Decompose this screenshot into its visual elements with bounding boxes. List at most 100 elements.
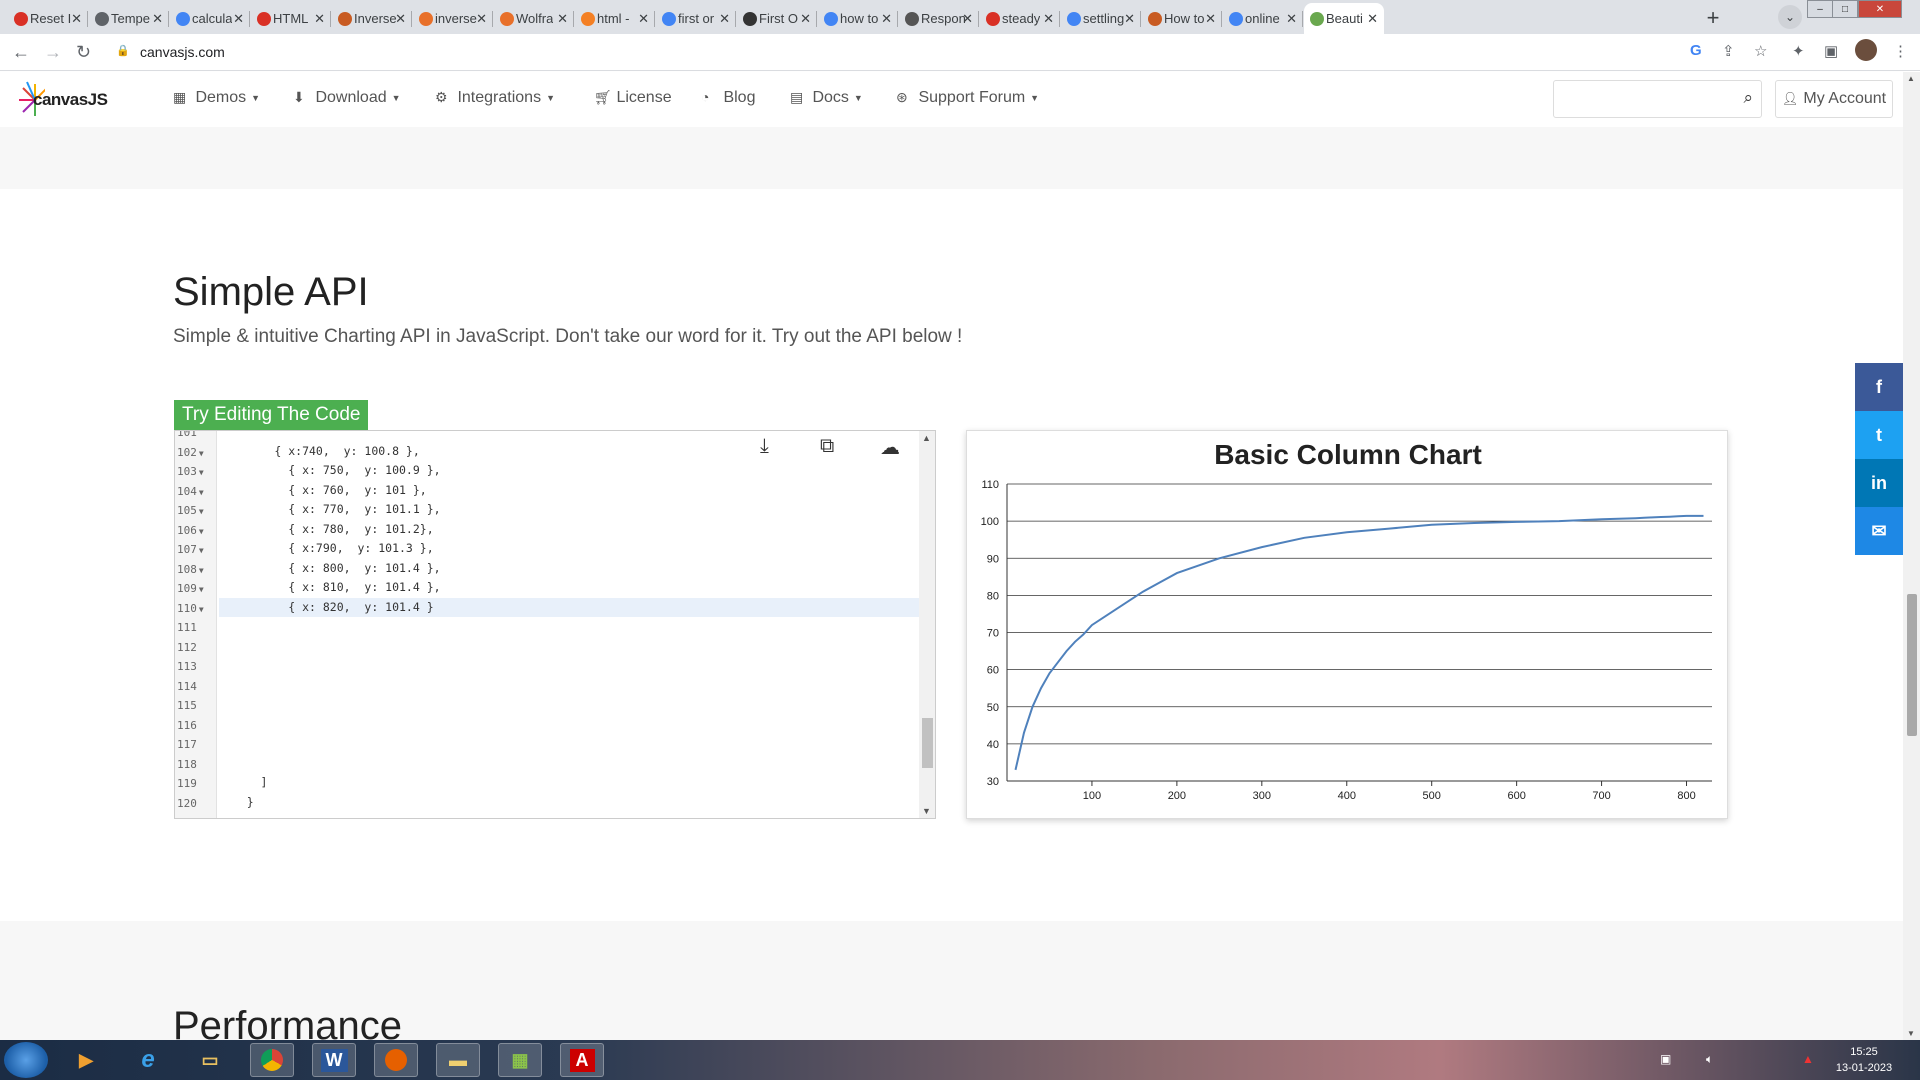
firefox-icon[interactable] (374, 1043, 418, 1077)
tab-close-icon[interactable]: ✕ (881, 11, 892, 27)
tab-close-icon[interactable]: ✕ (1124, 11, 1135, 27)
nav-blog[interactable]: ◔ Blog (701, 89, 755, 107)
tray-volume-icon[interactable]: 🔈︎ (1706, 1052, 1713, 1067)
tab-close-icon[interactable]: ✕ (152, 11, 163, 27)
code-line[interactable]: { x: 780, y: 101.2}, (219, 520, 919, 540)
browser-tab[interactable]: html - ✕ (575, 3, 655, 34)
fold-arrow-icon[interactable]: ▼ (199, 449, 204, 458)
fold-arrow-icon[interactable]: ▼ (199, 527, 204, 536)
editor-scroll-thumb[interactable] (922, 718, 933, 768)
editor-scrollbar[interactable]: ▲ ▼ (919, 431, 935, 818)
browser-tab[interactable]: how to ✕ (818, 3, 898, 34)
code-line[interactable]: { x: 760, y: 101 }, (219, 481, 919, 501)
page-scroll-thumb[interactable] (1907, 594, 1917, 736)
scroll-down-arrow[interactable]: ▼ (922, 806, 931, 816)
nav-demos[interactable]: ▦ Demos ▼ (173, 89, 260, 107)
start-button[interactable] (4, 1042, 48, 1078)
fold-arrow-icon[interactable]: ▼ (199, 468, 204, 477)
google-icon[interactable]: G (1690, 42, 1702, 59)
fold-arrow-icon[interactable]: ▼ (199, 605, 204, 614)
code-line[interactable] (219, 676, 919, 696)
tab-close-icon[interactable]: ✕ (1043, 11, 1054, 27)
fold-arrow-icon[interactable]: ▼ (199, 546, 204, 555)
acrobat-icon[interactable]: A (560, 1043, 604, 1077)
extensions-icon[interactable]: ✦ (1792, 42, 1805, 60)
file-explorer-icon[interactable]: ▭ (188, 1043, 232, 1077)
code-line[interactable] (219, 734, 919, 754)
code-line[interactable] (219, 656, 919, 676)
new-tab-button[interactable]: + (1699, 4, 1727, 32)
tab-close-icon[interactable]: ✕ (314, 11, 325, 27)
tray-acrobat-icon[interactable]: ▲ (1802, 1052, 1814, 1066)
browser-tab[interactable]: First O ✕ (737, 3, 817, 34)
nav-integrations[interactable]: ⚙ Integrations ▼ (435, 89, 555, 107)
code-line[interactable] (219, 754, 919, 774)
folder-icon[interactable]: ▬ (436, 1043, 480, 1077)
tab-close-icon[interactable]: ✕ (719, 11, 730, 27)
browser-tab[interactable]: Beauti ✕ (1304, 3, 1384, 34)
tab-close-icon[interactable]: ✕ (557, 11, 568, 27)
side-panel-icon[interactable]: ▣ (1824, 42, 1838, 60)
code-line[interactable]: { x: 800, y: 101.4 }, (219, 559, 919, 579)
tab-close-icon[interactable]: ✕ (71, 11, 82, 27)
tab-close-icon[interactable]: ✕ (638, 11, 649, 27)
twitter-share-button[interactable]: t (1855, 411, 1903, 459)
share-icon[interactable]: ⇪ (1722, 42, 1735, 60)
profile-avatar[interactable] (1855, 39, 1877, 61)
email-share-button[interactable]: ✉ (1855, 507, 1903, 555)
fold-arrow-icon[interactable]: ▼ (199, 488, 204, 497)
code-line[interactable]: { x: 770, y: 101.1 }, (219, 500, 919, 520)
code-line[interactable] (219, 715, 919, 735)
nav-download[interactable]: ⬇ Download ▼ (293, 89, 401, 107)
facebook-share-button[interactable]: f (1855, 363, 1903, 411)
minimize-button[interactable]: – (1807, 0, 1833, 18)
word-icon[interactable]: W (312, 1043, 356, 1077)
tab-close-icon[interactable]: ✕ (233, 11, 244, 27)
code-line[interactable]: ] (219, 773, 919, 793)
code-line[interactable] (219, 617, 919, 637)
reload-icon[interactable]: ↻ (76, 42, 91, 63)
code-line[interactable]: { x: 750, y: 100.9 }, (219, 461, 919, 481)
tab-close-icon[interactable]: ✕ (1205, 11, 1216, 27)
url-box[interactable]: 🔒 canvasjs.com (110, 38, 1690, 66)
fold-arrow-icon[interactable]: ▼ (199, 585, 204, 594)
tab-close-icon[interactable]: ✕ (962, 11, 973, 27)
copy-icon[interactable]: ⧉ (820, 435, 834, 458)
code-line[interactable] (219, 812, 919, 818)
page-scroll-down[interactable]: ▼ (1907, 1029, 1915, 1038)
code-line[interactable]: { x:740, y: 100.8 }, (219, 442, 919, 462)
search-icon[interactable]: ⌕ (1743, 88, 1753, 108)
code-editor[interactable]: 101 102 ▼ 103 ▼ 104 ▼ 105 ▼ 106 ▼ 107 ▼ 108 ▼ 109 ▼ 110 ▼ 1… (174, 430, 936, 819)
browser-tab[interactable]: How to ✕ (1142, 3, 1222, 34)
page-scroll-up[interactable]: ▲ (1907, 74, 1915, 83)
tab-close-icon[interactable]: ✕ (395, 11, 406, 27)
browser-tab[interactable]: HTML ✕ (251, 3, 331, 34)
back-icon[interactable]: ← (12, 42, 30, 63)
nav-docs[interactable]: ▤ Docs ▼ (790, 89, 863, 107)
system-clock[interactable]: 15:25 13-01-2023 (1834, 1044, 1894, 1076)
fold-arrow-icon[interactable]: ▼ (199, 507, 204, 516)
jsfiddle-icon[interactable]: ☁ (880, 435, 900, 460)
linkedin-share-button[interactable]: in (1855, 459, 1903, 507)
tab-close-icon[interactable]: ✕ (1367, 11, 1378, 27)
canvasjs-logo[interactable]: canvasJS (15, 78, 125, 118)
browser-tab[interactable]: Respon ✕ (899, 3, 979, 34)
maximize-button[interactable]: □ (1832, 0, 1858, 18)
scroll-up-arrow[interactable]: ▲ (922, 433, 931, 443)
close-window-button[interactable]: ✕ (1858, 0, 1902, 18)
code-line[interactable] (219, 695, 919, 715)
chrome-icon[interactable] (250, 1043, 294, 1077)
menu-icon[interactable]: ⋮ (1893, 42, 1908, 60)
internet-explorer-icon[interactable]: e (126, 1043, 170, 1077)
browser-tab[interactable]: first or ✕ (656, 3, 736, 34)
code-line[interactable]: { x:790, y: 101.3 }, (219, 539, 919, 559)
forward-icon[interactable]: → (44, 42, 62, 63)
download-code-icon[interactable]: ⤓ (760, 435, 769, 458)
code-line[interactable] (219, 637, 919, 657)
browser-tab[interactable]: calcula ✕ (170, 3, 250, 34)
media-player-icon[interactable]: ▶ (64, 1043, 108, 1077)
tab-search-button[interactable]: ⌄ (1778, 5, 1802, 29)
code-line[interactable]: { x: 820, y: 101.4 } (219, 597, 919, 617)
tray-network-icon[interactable]: ▣ (1660, 1052, 1671, 1066)
site-search-input[interactable]: ⌕ (1553, 80, 1762, 118)
